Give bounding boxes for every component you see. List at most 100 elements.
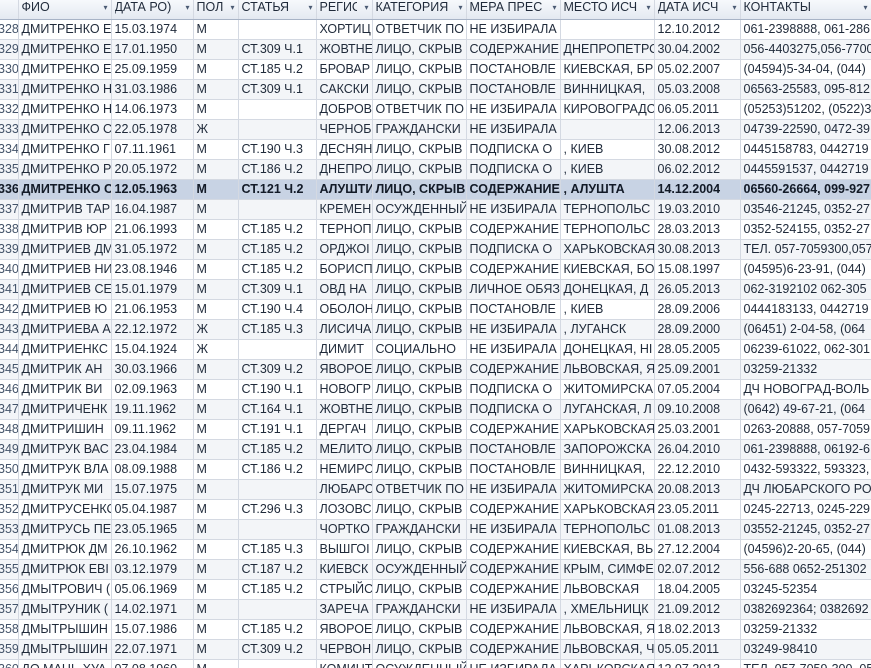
cell-contacts[interactable]: (04595)6-23-91, (044): [740, 259, 871, 280]
cell-dob[interactable]: 15.07.1986: [111, 619, 194, 640]
cell-place[interactable]: ЛЬВОВСКАЯ, Ч: [560, 639, 655, 660]
cell-fio[interactable]: ДМИТРЕНКО Г: [18, 139, 112, 160]
cell-id[interactable]: 353: [0, 519, 19, 540]
cell-fio[interactable]: ДМИТРЕНКО Е: [18, 59, 112, 80]
cell-measure[interactable]: ПОСТАНОВЛЕ: [466, 299, 561, 320]
cell-sex[interactable]: М: [193, 539, 239, 560]
sort-dropdown-icon[interactable]: ▾: [103, 0, 107, 15]
cell-sex[interactable]: М: [193, 19, 239, 40]
cell-dob[interactable]: 25.09.1959: [111, 59, 194, 80]
cell-contacts[interactable]: 062-3192102 062-305: [740, 279, 871, 300]
cell-category[interactable]: СОЦИАЛЬНО: [372, 339, 467, 360]
cell-place[interactable]: КРЫМ, СИМФЕ: [560, 559, 655, 580]
cell-measure[interactable]: ПОСТАНОВЛЕ: [466, 459, 561, 480]
cell-measure[interactable]: СОДЕРЖАНИЕ: [466, 579, 561, 600]
cell-measure[interactable]: СОДЕРЖАНИЕ: [466, 259, 561, 280]
cell-measure[interactable]: НЕ ИЗБИРАЛА: [466, 199, 561, 220]
cell-category[interactable]: ЛИЦО, СКРЫВ: [372, 359, 467, 380]
cell-date[interactable]: 18.02.2013: [654, 619, 741, 640]
cell-date[interactable]: 05.03.2008: [654, 79, 741, 100]
cell-sex[interactable]: М: [193, 279, 239, 300]
cell-measure[interactable]: СОДЕРЖАНИЕ: [466, 539, 561, 560]
cell-id[interactable]: 356: [0, 579, 19, 600]
table-row[interactable]: 334ДМИТРЕНКО Г07.11.1961МСТ.190 Ч.3ДЕСНЯ…: [0, 139, 871, 160]
cell-contacts[interactable]: ТЕЛ. 057-7059-300, 05: [740, 659, 871, 668]
cell-place[interactable]: КИЕВСКАЯ, ВЬ: [560, 539, 655, 560]
sort-dropdown-icon[interactable]: ▾: [458, 0, 462, 15]
cell-id[interactable]: 360: [0, 659, 19, 668]
cell-date[interactable]: 28.09.2000: [654, 319, 741, 340]
cell-measure[interactable]: СОДЕРЖАНИЕ: [466, 359, 561, 380]
sort-dropdown-icon[interactable]: ▾: [552, 0, 556, 15]
cell-fio[interactable]: ДО МАНЬ ХУА: [18, 659, 112, 668]
cell-date[interactable]: 12.10.2012: [654, 19, 741, 40]
cell-date[interactable]: 30.04.2002: [654, 39, 741, 60]
cell-measure[interactable]: ПОДПИСКА О: [466, 379, 561, 400]
cell-id[interactable]: 339: [0, 239, 19, 260]
cell-place[interactable]: ТЕРНОПОЛЬС: [560, 199, 655, 220]
cell-category[interactable]: ЛИЦО, СКРЫВ: [372, 319, 467, 340]
cell-region[interactable]: ДНЕПРО: [316, 159, 373, 180]
cell-category[interactable]: ЛИЦО, СКРЫВ: [372, 459, 467, 480]
cell-contacts[interactable]: 03546-21245, 0352-27: [740, 199, 871, 220]
cell-region[interactable]: ЗАРЕЧА: [316, 599, 373, 620]
cell-id[interactable]: 358: [0, 619, 19, 640]
cell-fio[interactable]: ДМЫТРОВИЧ (: [18, 579, 112, 600]
cell-place[interactable]: ЛЬВОВСКАЯ, Я: [560, 619, 655, 640]
cell-category[interactable]: ЛИЦО, СКРЫВ: [372, 579, 467, 600]
cell-article[interactable]: СТ.185 Ч.2: [238, 619, 317, 640]
cell-contacts[interactable]: 0245-22713, 0245-229: [740, 499, 871, 520]
cell-dob[interactable]: 22.05.1978: [111, 119, 194, 140]
cell-place[interactable]: ТЕРНОПОЛЬС: [560, 219, 655, 240]
cell-fio[interactable]: ДМИТРЕНКО Р: [18, 159, 112, 180]
cell-fio[interactable]: ДМИТРУСЕНКС: [18, 499, 112, 520]
cell-contacts[interactable]: 061-2398888, 061-286: [740, 19, 871, 40]
cell-fio[interactable]: ДМИТРЕНКО Н: [18, 79, 112, 100]
cell-measure[interactable]: НЕ ИЗБИРАЛА: [466, 119, 561, 140]
cell-id[interactable]: 332: [0, 99, 19, 120]
cell-dob[interactable]: 19.11.1962: [111, 399, 194, 420]
cell-region[interactable]: ЛОЗОВС: [316, 499, 373, 520]
cell-place[interactable]: ЛУГАНСКАЯ, Л: [560, 399, 655, 420]
cell-region[interactable]: КОМИНТ: [316, 659, 373, 668]
cell-contacts[interactable]: (0642) 49-67-21, (064: [740, 399, 871, 420]
table-row[interactable]: 329ДМИТРЕНКО Е17.01.1950МСТ.309 Ч.1ЖОВТН…: [0, 39, 871, 60]
cell-fio[interactable]: ДМИТРИЕВ ДМ: [18, 239, 112, 260]
table-row[interactable]: 331ДМИТРЕНКО Н31.03.1986МСТ.309 Ч.1САКСК…: [0, 79, 871, 100]
table-row[interactable]: 345ДМИТРИК АН30.03.1966МСТ.309 Ч.2ЯВОРОЕ…: [0, 359, 871, 380]
datasheet-grid[interactable]: ФИО ▾ ДАТА РО) ▾ ПОЛ ▾ СТАТЬЯ ▾ РЕГИС ▾ КАТЕГОРИЯ ▾…: [0, 0, 871, 668]
table-row[interactable]: 350ДМИТРУК ВЛА08.09.1988МСТ.186 Ч.2НЕМИР…: [0, 459, 871, 480]
cell-dob[interactable]: 23.05.1965: [111, 519, 194, 540]
table-row[interactable]: 346ДМИТРИК ВИ02.09.1963МСТ.190 Ч.1НОВОГР…: [0, 379, 871, 400]
cell-measure[interactable]: ЛИЧНОЕ ОБЯЗ: [466, 279, 561, 300]
cell-category[interactable]: ОТВЕТЧИК ПО: [372, 479, 467, 500]
cell-sex[interactable]: Ж: [193, 319, 239, 340]
cell-contacts[interactable]: 06560-26664, 099-927: [740, 179, 871, 200]
cell-article[interactable]: СТ.185 Ч.2: [238, 259, 317, 280]
cell-measure[interactable]: НЕ ИЗБИРАЛА: [466, 599, 561, 620]
cell-article[interactable]: [238, 199, 317, 220]
cell-region[interactable]: ЛИСИЧА: [316, 319, 373, 340]
cell-dob[interactable]: 03.12.1979: [111, 559, 194, 580]
cell-sex[interactable]: М: [193, 99, 239, 120]
cell-place[interactable]: ХАРЬКОВСКАЯ: [560, 419, 655, 440]
sort-dropdown-icon[interactable]: ▾: [646, 0, 650, 15]
cell-region[interactable]: ЧЕРНОБ: [316, 119, 373, 140]
cell-measure[interactable]: НЕ ИЗБИРАЛА: [466, 99, 561, 120]
cell-measure[interactable]: СОДЕРЖАНИЕ: [466, 639, 561, 660]
cell-contacts[interactable]: ДЧ ЛЮБАРСКОГО РО: [740, 479, 871, 500]
cell-id[interactable]: 328: [0, 19, 19, 40]
cell-contacts[interactable]: (06451) 2-04-58, (064: [740, 319, 871, 340]
cell-sex[interactable]: М: [193, 79, 239, 100]
cell-sex[interactable]: Ж: [193, 119, 239, 140]
cell-measure[interactable]: СОДЕРЖАНИЕ: [466, 219, 561, 240]
cell-sex[interactable]: М: [193, 439, 239, 460]
cell-place[interactable]: ЗАПОРОЖСКА: [560, 439, 655, 460]
cell-dob[interactable]: 15.01.1979: [111, 279, 194, 300]
column-header-measure[interactable]: МЕРА ПРЕС ▾: [466, 0, 561, 20]
cell-date[interactable]: 26.04.2010: [654, 439, 741, 460]
cell-article[interactable]: СТ.309 Ч.1: [238, 79, 317, 100]
cell-sex[interactable]: М: [193, 179, 239, 200]
table-row[interactable]: 348ДМИТРИШИН09.11.1962МСТ.191 Ч.1ДЕРГАЧЛ…: [0, 419, 871, 440]
cell-category[interactable]: ЛИЦО, СКРЫВ: [372, 399, 467, 420]
